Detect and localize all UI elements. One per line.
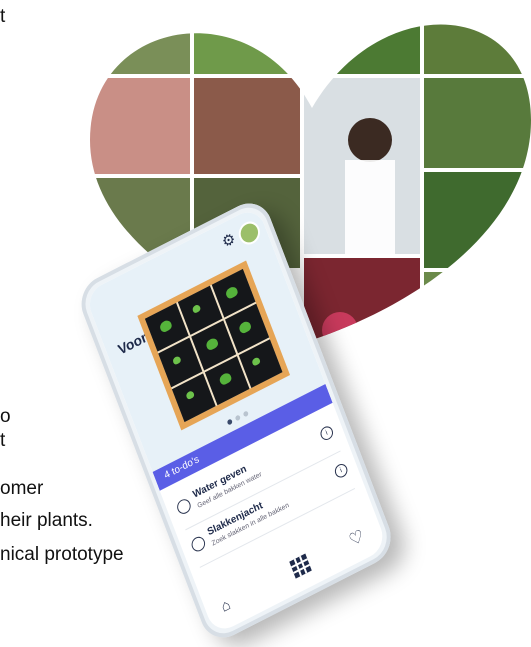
grid-icon[interactable] (289, 553, 312, 579)
home-icon[interactable]: ⌂ (219, 592, 242, 617)
collage-photo (424, 172, 531, 268)
collage-highlight (348, 118, 392, 162)
info-icon[interactable]: i (318, 424, 335, 443)
todo-checkbox[interactable] (175, 496, 193, 517)
collage-photo (90, 24, 190, 74)
plant-icon (238, 319, 253, 335)
plant-icon (224, 284, 239, 300)
page-dot[interactable] (234, 414, 241, 422)
plant-icon (185, 390, 195, 401)
garden-bed (137, 260, 291, 431)
collage-photo (194, 24, 300, 74)
collage-photo (424, 78, 531, 168)
plant-icon (204, 336, 220, 352)
page-dot[interactable] (226, 418, 233, 426)
collage-photo (90, 78, 190, 174)
page-dot[interactable] (242, 410, 249, 418)
collage-photo (424, 24, 531, 74)
collage-photo (304, 24, 420, 74)
heart-icon[interactable]: ♡ (346, 524, 371, 552)
todo-checkbox[interactable] (189, 534, 208, 554)
gear-icon[interactable]: ⚙ (218, 229, 241, 254)
plant-icon (251, 356, 262, 367)
plant-icon (171, 355, 182, 366)
plant-icon (191, 303, 202, 314)
collage-photo (424, 272, 531, 340)
info-icon[interactable]: i (333, 461, 350, 480)
plant-icon (158, 318, 173, 334)
planting-grid (144, 268, 283, 423)
plant-icon (218, 371, 233, 387)
